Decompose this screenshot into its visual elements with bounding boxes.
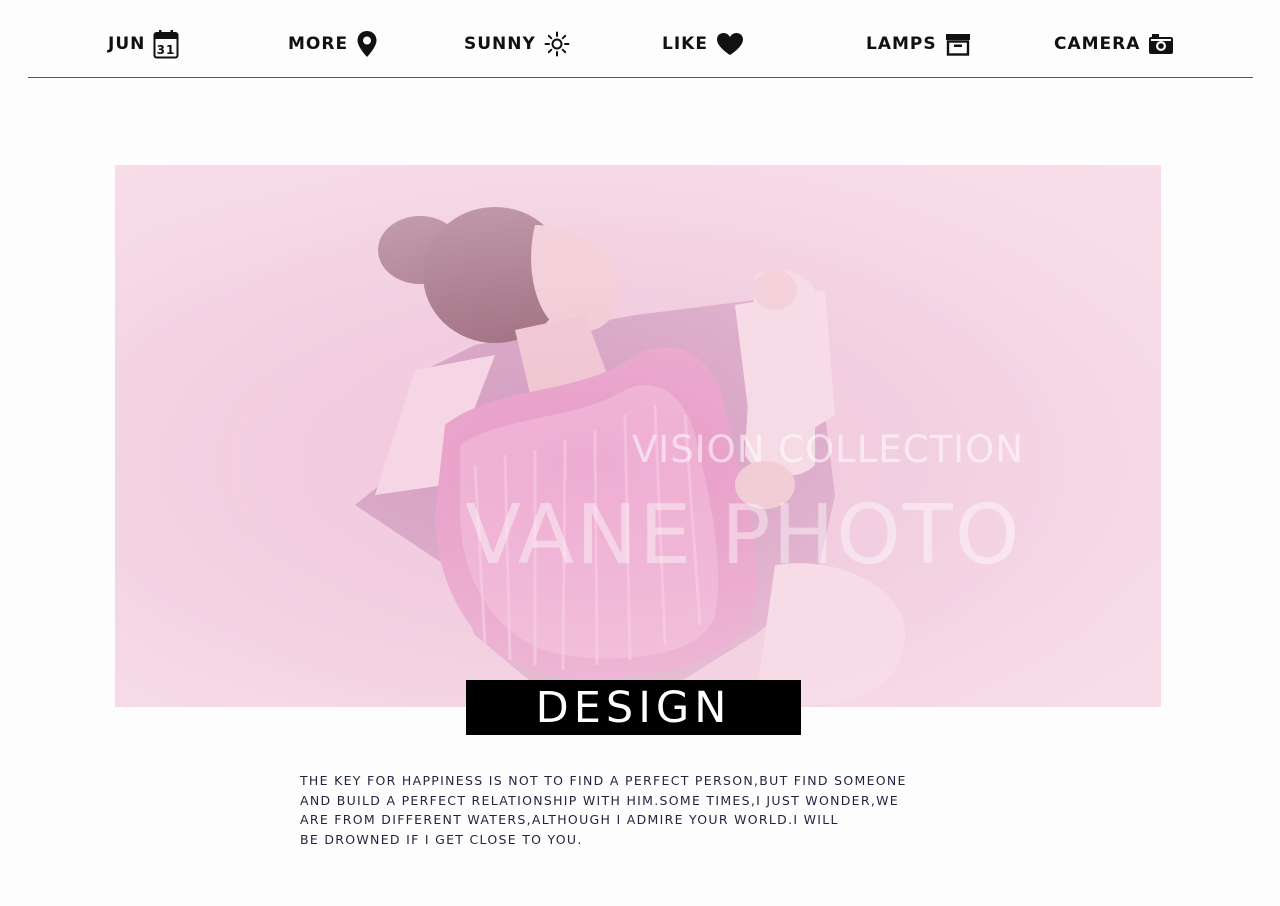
nav-item-sunny[interactable]: SUNNY	[464, 28, 570, 60]
nav-label-more: MORE	[288, 34, 349, 54]
archive-box-icon	[945, 34, 970, 56]
nav-label-camera: CAMERA	[1054, 34, 1141, 54]
hero-subtitle: VISION COLLECTION	[632, 428, 1024, 471]
nav-label-like: LIKE	[662, 34, 708, 54]
design-banner: DESIGN	[466, 680, 801, 735]
nav-item-more[interactable]: MORE	[288, 28, 378, 60]
nav-label-jun: JUN	[108, 34, 146, 54]
calendar-day: 31	[157, 43, 176, 57]
body-paragraph: THE KEY FOR HAPPINESS IS NOT TO FIND A P…	[300, 771, 1000, 849]
nav-item-jun[interactable]: JUN 31	[108, 28, 179, 60]
hero-photo: VISION COLLECTION VANE PHOTO	[115, 165, 1161, 707]
nav-label-sunny: SUNNY	[464, 34, 536, 54]
body-line: ARE FROM DIFFERENT WATERS,ALTHOUGH I ADM…	[300, 812, 839, 827]
nav-label-lamps: LAMPS	[866, 34, 937, 54]
camera-icon	[1149, 34, 1174, 54]
calendar-icon: 31	[153, 30, 179, 59]
sun-icon	[544, 31, 570, 57]
body-line: THE KEY FOR HAPPINESS IS NOT TO FIND A P…	[300, 773, 907, 788]
map-pin-icon	[357, 31, 377, 57]
top-navigation: JUN 31 MORE SUNNY LIKE LAMPS CAMERA	[28, 0, 1253, 78]
nav-item-lamps[interactable]: LAMPS	[866, 28, 971, 60]
nav-item-like[interactable]: LIKE	[662, 28, 744, 60]
nav-item-camera[interactable]: CAMERA	[1054, 28, 1174, 60]
body-line: BE DROWNED IF I GET CLOSE TO YOU.	[300, 831, 583, 847]
body-line: AND BUILD A PERFECT RELATIONSHIP WITH HI…	[300, 792, 899, 808]
hero-title: VANE PHOTO	[465, 488, 1022, 583]
heart-icon	[716, 33, 743, 55]
